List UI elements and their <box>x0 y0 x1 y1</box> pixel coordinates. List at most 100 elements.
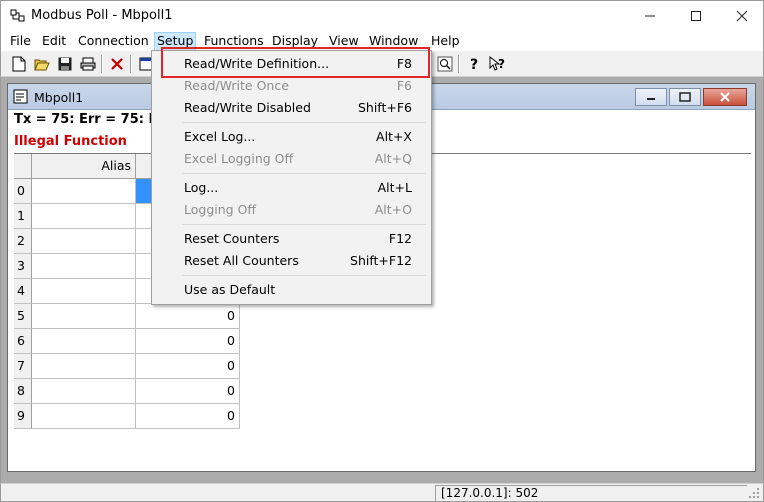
sniff-button[interactable] <box>435 54 455 74</box>
toolbar-separator <box>458 55 460 73</box>
document-icon <box>13 89 28 104</box>
minimize-icon <box>647 98 655 100</box>
alias-cell[interactable] <box>32 379 136 404</box>
row-header[interactable]: 7 <box>14 354 32 379</box>
maximize-button[interactable] <box>673 1 719 31</box>
svg-text:?: ? <box>470 57 478 72</box>
alias-cell[interactable] <box>32 329 136 354</box>
menu-item-shortcut: Alt+Q <box>374 151 412 166</box>
menu-separator <box>182 122 426 123</box>
new-icon <box>12 56 26 72</box>
value-cell[interactable]: 0 <box>136 379 240 404</box>
delete-button[interactable] <box>107 54 127 74</box>
window-title: Modbus Poll - Mbpoll1 <box>31 8 173 23</box>
alias-cell[interactable] <box>32 304 136 329</box>
alias-cell[interactable] <box>32 204 136 229</box>
new-button[interactable] <box>9 54 29 74</box>
help-button[interactable]: ? <box>465 54 485 74</box>
menu-item-label: Use as Default <box>184 282 276 297</box>
print-icon <box>80 57 96 71</box>
menu-item-excel-logging-off: Excel Logging Off Alt+Q <box>155 148 428 170</box>
delete-icon <box>111 58 123 70</box>
open-icon <box>34 59 50 71</box>
menu-item-label: Log... <box>184 180 219 195</box>
resize-grip-icon[interactable] <box>747 486 761 500</box>
close-button[interactable] <box>719 1 764 31</box>
child-title: Mbpoll1 <box>34 90 84 105</box>
menu-item-shortcut: F12 <box>388 231 412 246</box>
value-cell[interactable]: 0 <box>136 329 240 354</box>
print-button[interactable] <box>78 54 98 74</box>
row-header[interactable]: 9 <box>14 404 32 429</box>
alias-column-header[interactable]: Alias <box>32 154 136 179</box>
alias-cell[interactable] <box>32 404 136 429</box>
menu-file[interactable]: File <box>8 33 33 51</box>
menu-item-use-as-default[interactable]: Use as Default <box>155 279 428 301</box>
toolbar-separator <box>101 55 103 73</box>
restore-icon <box>679 92 691 102</box>
row-header[interactable]: 0 <box>14 179 32 204</box>
menu-connection[interactable]: Connection <box>76 33 151 51</box>
close-icon <box>720 92 730 102</box>
alias-cell[interactable] <box>32 229 136 254</box>
menu-item-shortcut: Alt+L <box>377 180 412 195</box>
menu-item-logging-off: Logging Off Alt+O <box>155 199 428 221</box>
menu-item-shortcut: Alt+X <box>376 129 412 144</box>
alias-cell[interactable] <box>32 254 136 279</box>
setup-menu: Read/Write Definition... F8 Read/Write Onc… <box>151 50 432 305</box>
alias-cell[interactable] <box>32 354 136 379</box>
value-cell[interactable]: 0 <box>136 304 240 329</box>
context-help-icon: ? <box>489 56 505 71</box>
menu-separator <box>182 275 426 276</box>
error-message: Illegal Function <box>14 134 127 149</box>
row-header[interactable]: 6 <box>14 329 32 354</box>
menu-item-label: Excel Logging Off <box>184 151 294 166</box>
status-bar: [127.0.0.1]: 502 <box>0 483 764 502</box>
row-header[interactable]: 2 <box>14 229 32 254</box>
menu-item-reset-all-counters[interactable]: Reset All Counters Shift+F12 <box>155 250 428 272</box>
alias-cell[interactable] <box>32 179 136 204</box>
menu-item-shortcut: Alt+O <box>374 202 412 217</box>
menu-item-shortcut: Shift+F12 <box>350 253 412 268</box>
app-icon <box>10 9 25 22</box>
row-header[interactable]: 1 <box>14 204 32 229</box>
menu-item-log[interactable]: Log... Alt+L <box>155 177 428 199</box>
menu-item-label: Reset Counters <box>184 231 280 246</box>
menu-item-read-write-once: Read/Write Once F6 <box>155 75 428 97</box>
menu-item-read-write-disabled[interactable]: Read/Write Disabled Shift+F6 <box>155 97 428 119</box>
menu-item-label: Read/Write Once <box>184 78 289 93</box>
open-button[interactable] <box>32 54 52 74</box>
child-restore-button[interactable] <box>669 88 701 106</box>
connection-status: [127.0.0.1]: 502 <box>441 486 539 500</box>
menu-item-label: Logging Off <box>184 202 257 217</box>
child-minimize-button[interactable] <box>635 88 667 106</box>
value-cell[interactable]: 0 <box>136 404 240 429</box>
menu-help[interactable]: Help <box>429 33 462 51</box>
sniff-icon <box>437 56 453 72</box>
menu-item-label: Excel Log... <box>184 129 256 144</box>
row-header[interactable]: 4 <box>14 279 32 304</box>
annotation-highlight <box>161 47 430 78</box>
save-button[interactable] <box>55 54 75 74</box>
value-cell[interactable]: 0 <box>136 354 240 379</box>
menu-item-label: Read/Write Disabled <box>184 100 311 115</box>
menu-separator <box>182 173 426 174</box>
minimize-icon <box>645 15 655 17</box>
menu-edit[interactable]: Edit <box>40 33 68 51</box>
svg-text:?: ? <box>498 57 505 71</box>
menu-item-shortcut: F6 <box>396 78 412 93</box>
toolbar-separator <box>130 55 132 73</box>
alias-cell[interactable] <box>32 279 136 304</box>
save-icon <box>58 57 72 71</box>
child-close-button[interactable] <box>703 88 747 106</box>
context-help-button[interactable]: ? <box>488 54 508 74</box>
minimize-button[interactable] <box>627 1 673 31</box>
menu-item-reset-counters[interactable]: Reset Counters F12 <box>155 228 428 250</box>
menu-separator <box>182 224 426 225</box>
row-header[interactable]: 5 <box>14 304 32 329</box>
help-icon: ? <box>470 57 478 72</box>
menu-item-shortcut: Shift+F6 <box>357 100 412 115</box>
menu-item-excel-log[interactable]: Excel Log... Alt+X <box>155 126 428 148</box>
row-header[interactable]: 8 <box>14 379 32 404</box>
row-header[interactable]: 3 <box>14 254 32 279</box>
